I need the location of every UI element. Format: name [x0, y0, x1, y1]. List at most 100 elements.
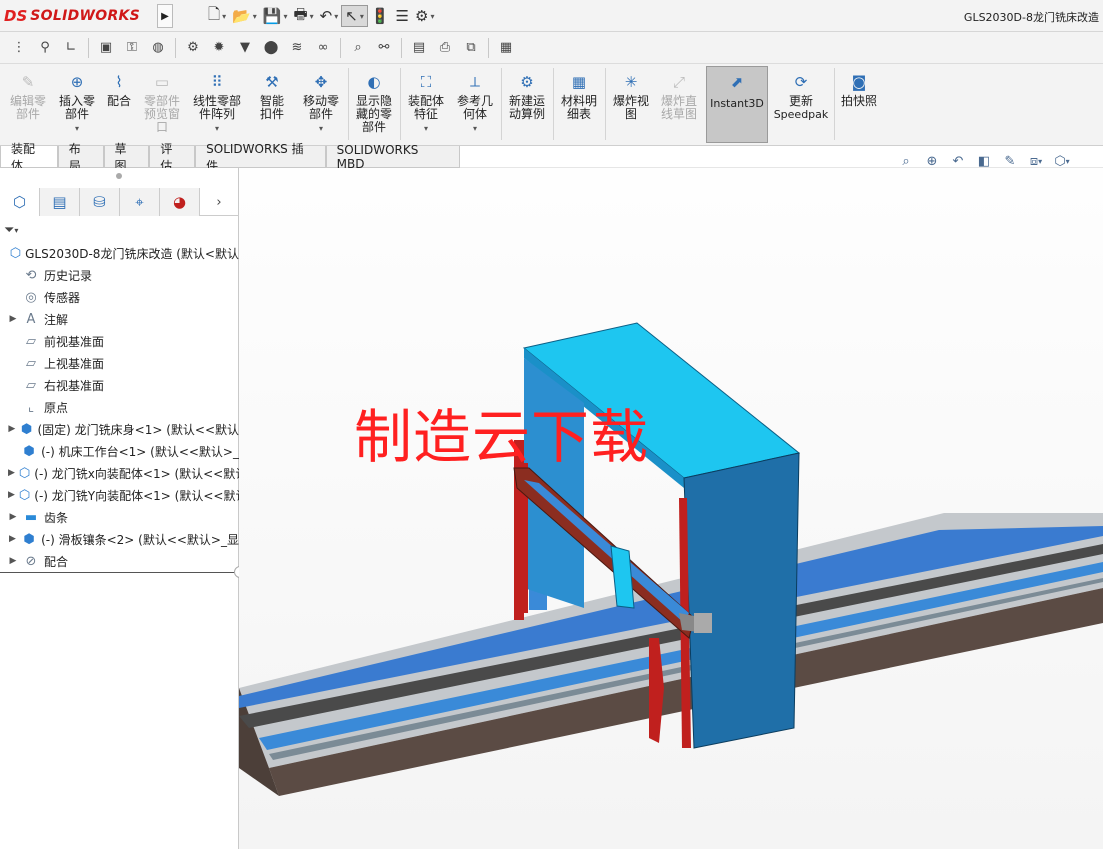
chevron-down-icon[interactable]: ▾ [430, 12, 434, 21]
wave-icon[interactable]: ≋ [284, 37, 310, 59]
save-icon[interactable]: 💾 ▾ [260, 5, 291, 27]
snapshot-icon[interactable]: ⧉ [458, 37, 484, 59]
tab-2[interactable]: 草图 [103, 142, 150, 173]
expand-arrow-icon[interactable]: ▶ [8, 314, 18, 324]
move-component-button[interactable]: ✥ 移动零部件 ▾ [298, 72, 344, 135]
tree-item-label: 传感器 [44, 290, 81, 305]
tree-item[interactable]: ▶ ⬢ (-) 滑板镶条<2> (默认<<默认>_显 [0, 528, 239, 550]
expand-arrow-icon[interactable]: ▶ [8, 556, 18, 566]
gear-icon[interactable]: ⚙ [180, 37, 206, 59]
funnel-icon[interactable]: ▼ [232, 37, 258, 59]
tree-item[interactable]: ▶ ⊘ 配合 [0, 550, 239, 572]
component-preview-button[interactable]: ▭ 零部件预览窗口 [139, 72, 185, 134]
folder-icon: ▬ [24, 509, 38, 525]
dimxpert-tab-icon[interactable]: ⌖ [120, 188, 160, 216]
update-speedpak-button[interactable]: ⟳ 更新 Speedpak [772, 72, 830, 121]
tree-item[interactable]: ▱ 前视基准面 [0, 330, 239, 352]
cog-brown-icon[interactable]: ✹ [206, 37, 232, 59]
chevron-down-icon[interactable]: ▾ [253, 12, 257, 21]
tree-item[interactable]: ▱ 上视基准面 [0, 352, 239, 374]
tree-item[interactable]: ⬢ (-) 机床工作台<1> (默认<<默认>_ [0, 440, 239, 462]
tab-4[interactable]: SOLIDWORKS 插件 [195, 142, 326, 173]
new-motion-study-button[interactable]: ⚙ 新建运动算例 [504, 72, 550, 121]
tab-1[interactable]: 布局 [57, 142, 104, 173]
rebuild-traffic-light-icon[interactable]: 🚦 [368, 5, 393, 27]
chevron-down-icon[interactable]: ▾ [222, 12, 226, 21]
gantry-mill-model[interactable] [239, 168, 1103, 849]
tree-item[interactable]: ▱ 右视基准面 [0, 374, 239, 396]
tree-item[interactable]: ⌞ 原点 [0, 396, 239, 418]
bill-of-materials-button[interactable]: ▦ 材料明细表 [556, 72, 602, 121]
edit-component-button[interactable]: ✎ 编辑零部件 [6, 72, 50, 121]
show-hidden-components-button[interactable]: ◐ 显示隐藏的零部件 [351, 72, 397, 134]
annotations-icon: A [26, 311, 36, 327]
open-folder-icon[interactable]: 📂 ▾ [229, 5, 260, 27]
chevron-down-icon[interactable]: ▾ [319, 122, 323, 135]
tree-item[interactable]: ▶ ⬢ (固定) 龙门铣床身<1> (默认<<默认 [0, 418, 239, 440]
instant3d-toggle[interactable]: ⬈ Instant3D [706, 66, 768, 143]
magnify-icon[interactable]: ⌕ [345, 37, 371, 59]
explode-line-sketch-button[interactable]: ⤢ 爆炸直线草图 [656, 72, 702, 121]
tree-item[interactable]: ⟲ 历史记录 [0, 264, 239, 286]
panel-grip-icon[interactable] [116, 173, 122, 179]
new-document-icon[interactable]: 🗋 ▾ [205, 5, 229, 27]
linear-pattern-button[interactable]: ⠿ 线性零部件阵列 ▾ [189, 72, 245, 135]
select-cursor-icon[interactable]: ↖ ▾ [341, 5, 368, 27]
tree-item-label: (-) 滑板镶条<2> (默认<<默认>_显 [41, 532, 239, 547]
menu-expand-arrow-icon[interactable]: ▶ [157, 4, 173, 28]
tab-0[interactable]: 装配体 [0, 142, 58, 173]
report-icon[interactable]: ▤ [406, 37, 432, 59]
exploded-view-button[interactable]: ✳ 爆炸视图 [608, 72, 654, 121]
location-pin-icon[interactable]: ⬤ [258, 37, 284, 59]
mate-button[interactable]: ⌇ 配合 [104, 72, 134, 108]
expand-arrow-icon[interactable]: ▶ [8, 468, 15, 478]
angle-icon[interactable]: ∟ [58, 37, 84, 59]
chevron-down-icon[interactable]: ▾ [283, 12, 287, 21]
configuration-manager-tab-icon[interactable]: ⛁ [80, 188, 120, 216]
display-manager-tab-icon[interactable]: ◕ [160, 188, 200, 216]
globe-icon[interactable]: ◍ [145, 37, 171, 59]
tree-item[interactable]: ◎ 传感器 [0, 286, 239, 308]
solidworks-logo[interactable]: DS SOLIDWORKS [4, 4, 156, 28]
chevron-down-icon[interactable]: ▾ [424, 122, 428, 135]
dimension-icon[interactable]: ⚲ [32, 37, 58, 59]
expand-arrow-icon[interactable]: ▶ [8, 512, 18, 522]
tab-5[interactable]: SOLIDWORKS MBD [325, 143, 460, 171]
insert-components-button[interactable]: ⊕ 插入零部件 ▾ [54, 72, 100, 135]
file-properties-icon[interactable]: ☰ [393, 5, 412, 27]
chevron-down-icon[interactable]: ▾ [334, 12, 338, 21]
chevron-down-icon[interactable]: ▾ [473, 122, 477, 135]
feature-manager-tab-icon[interactable]: ⬡ [0, 188, 40, 216]
binoculars-icon[interactable]: ⚯ [371, 37, 397, 59]
chevron-down-icon[interactable]: ▾ [310, 12, 314, 21]
tree-item[interactable]: ▶ A 注解 [0, 308, 239, 330]
reference-geometry-button[interactable]: ⟂ 参考几何体 ▾ [452, 72, 498, 135]
property-manager-tab-icon[interactable]: ▤ [40, 188, 80, 216]
chevron-down-icon[interactable]: ▾ [215, 122, 219, 135]
assembly-features-button[interactable]: ⛶ 装配体特征 ▾ [403, 72, 449, 135]
options-gear-icon[interactable]: ⚙ ▾ [412, 5, 437, 27]
link-icon[interactable]: ∞ [310, 37, 336, 59]
reference-geometry-icon: ⟂ [469, 72, 480, 91]
smart-fasteners-button[interactable]: ⚒ 智能扣件 [250, 72, 294, 121]
graphics-viewport[interactable]: 制造云下载 [239, 168, 1103, 849]
tree-item[interactable]: ▶ ⬡ (-) 龙门铣Y向装配体<1> (默认<<默认 [0, 484, 239, 506]
chevron-down-icon[interactable]: ▾ [360, 12, 364, 21]
network-icon[interactable]: ⚿ [119, 37, 145, 59]
undo-icon[interactable]: ↶ ▾ [317, 5, 342, 27]
expand-arrow-icon[interactable]: ▶ [8, 490, 15, 500]
chevron-down-icon[interactable]: ▾ [75, 122, 79, 135]
tree-item[interactable]: ▶ ▬ 齿条 [0, 506, 239, 528]
print-icon[interactable]: 🖶 ▾ [290, 5, 316, 27]
tree-item[interactable]: ⬡ GLS2030D-8龙门铣床改造 (默认<默认 [0, 242, 239, 264]
chevron-right-icon[interactable]: › [200, 188, 238, 216]
printer-icon[interactable]: ⎙ [432, 37, 458, 59]
tree-filter-icon[interactable]: ⏷ ▾ [4, 220, 44, 240]
table-icon[interactable]: ▦ [493, 37, 519, 59]
tree-item[interactable]: ▶ ⬡ (-) 龙门铣x向装配体<1> (默认<<默认 [0, 462, 239, 484]
expand-arrow-icon[interactable]: ▶ [8, 534, 17, 544]
tab-3[interactable]: 评估 [149, 142, 196, 173]
take-snapshot-button[interactable]: ◙ 拍快照 [837, 72, 881, 108]
expand-arrow-icon[interactable]: ▶ [8, 424, 16, 434]
display-icon[interactable]: ▣ [93, 37, 119, 59]
